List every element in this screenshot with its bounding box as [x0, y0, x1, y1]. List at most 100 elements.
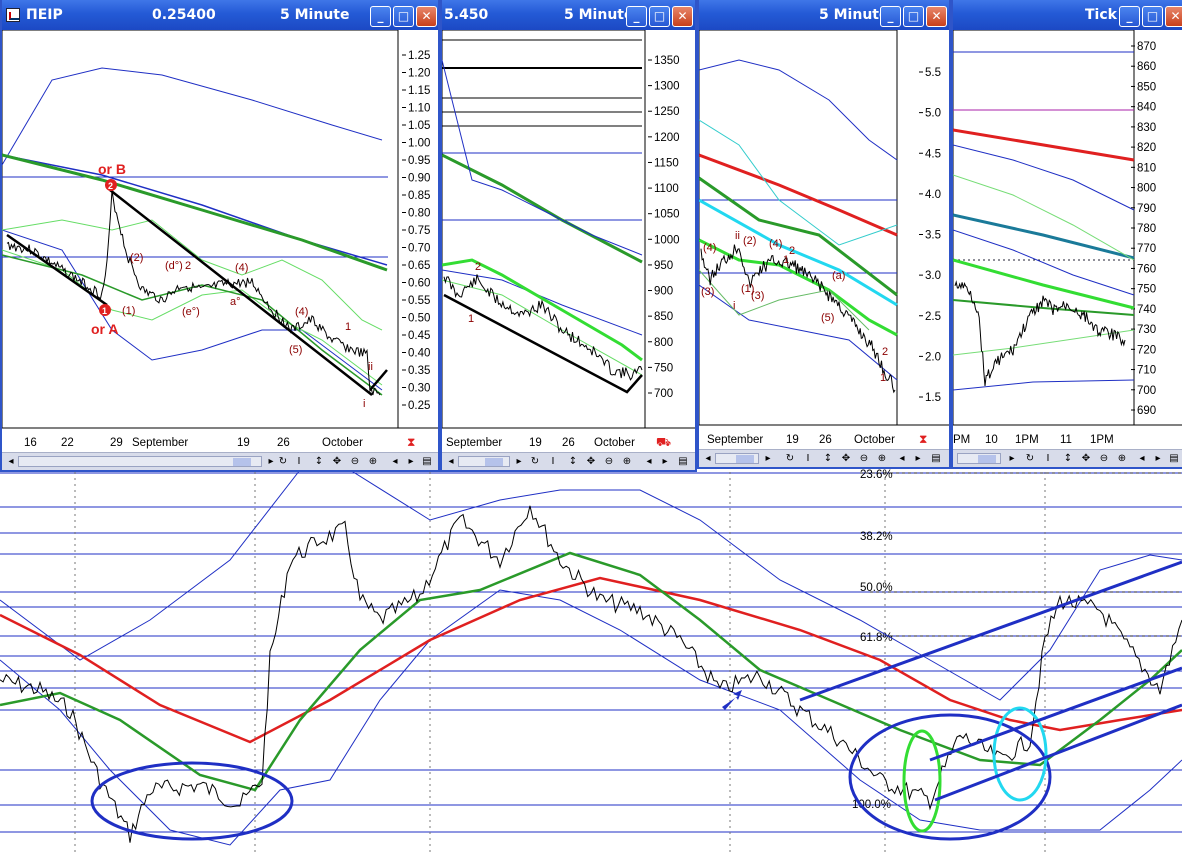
fib-label-50: 50.0%: [860, 582, 893, 594]
fibonacci-labels: 23.6% 38.2% 50.0% 61.8% 100.0%: [852, 469, 893, 811]
window-4-titlebar[interactable]: Tick _ □ ✕: [953, 0, 1182, 30]
w3-wave-1: ii: [735, 230, 740, 242]
w3-wave-12: 2: [882, 346, 888, 358]
w4-ytick-8: 790: [1137, 203, 1156, 215]
w1-ytick-17: 0.40: [408, 348, 430, 360]
grid-icon[interactable]: ▤: [676, 455, 690, 468]
pan-icon[interactable]: ✥: [839, 452, 853, 465]
zoom-out-icon[interactable]: ⊖: [348, 455, 362, 468]
last-price: 0.25400: [152, 7, 216, 23]
maximize-button[interactable]: □: [393, 6, 414, 27]
cursor-icon[interactable]: I: [292, 455, 306, 468]
refresh-icon[interactable]: ↻: [1023, 452, 1037, 465]
close-button[interactable]: ✕: [672, 6, 693, 27]
window-1-titlebar[interactable]: ΠΕΙΡ 0.25400 5 Minute _ □ ✕: [2, 0, 438, 30]
close-button[interactable]: ✕: [416, 6, 437, 27]
pan-icon[interactable]: ✥: [584, 455, 598, 468]
next-icon[interactable]: ▸: [404, 455, 418, 468]
zoom-out-icon[interactable]: ⊖: [857, 452, 871, 465]
window-4-toolbar: ▸ ↻ I ↕ ✥ ⊖ ⊕ ◂ ▸ ▤: [953, 449, 1182, 467]
zoom-in-icon[interactable]: ⊕: [875, 452, 889, 465]
time-scrollbar[interactable]: [715, 453, 759, 464]
w4-ytick-6: 810: [1137, 162, 1156, 174]
maximize-button[interactable]: □: [1142, 6, 1163, 27]
zoom-in-icon[interactable]: ⊕: [620, 455, 634, 468]
grid-icon[interactable]: ▤: [420, 455, 434, 468]
interval-label: Tick: [1085, 7, 1117, 23]
horizontal-lines: [0, 472, 1182, 833]
scroll-right-button[interactable]: ▸: [1005, 452, 1019, 465]
w2-ytick-5: 1100: [654, 183, 679, 195]
prev-icon[interactable]: ◂: [642, 455, 656, 468]
close-button[interactable]: ✕: [1165, 6, 1182, 27]
scroll-left-button[interactable]: ◂: [4, 455, 18, 468]
w1-ytick-19: 0.30: [408, 383, 430, 395]
time-scrollbar[interactable]: [957, 453, 1001, 464]
vertical-scale-icon[interactable]: ↕: [312, 455, 326, 468]
w3-ytick-1: 5.0: [925, 108, 941, 120]
w4-ytick-17: 700: [1137, 385, 1156, 397]
window-3-titlebar[interactable]: 5 Minute _ □ ✕: [699, 0, 949, 30]
prev-icon[interactable]: ◂: [895, 452, 909, 465]
cursor-icon[interactable]: I: [801, 452, 815, 465]
vertical-scale-icon[interactable]: ↕: [821, 452, 835, 465]
minimize-button[interactable]: _: [1119, 6, 1140, 27]
prev-icon[interactable]: ◂: [388, 455, 402, 468]
minimize-button[interactable]: _: [626, 6, 647, 27]
w1-ytick-20: 0.25: [408, 400, 430, 412]
green-ellipse: [902, 729, 942, 833]
refresh-icon[interactable]: ↻: [528, 455, 542, 468]
w1-wave-8: 1: [345, 321, 351, 333]
blue-ellipse-right: [848, 713, 1052, 841]
symbol-name: ΠΕΙΡ: [26, 7, 63, 23]
next-icon[interactable]: ▸: [658, 455, 672, 468]
w2-ytick-11: 800: [654, 337, 673, 349]
close-button[interactable]: ✕: [926, 6, 947, 27]
zoom-in-icon[interactable]: ⊕: [366, 455, 380, 468]
w3-ytick-2: 4.5: [925, 148, 941, 160]
chart-window-3[interactable]: 5 Minute _ □ ✕ 5.5 5.0 4.5 4.0 3.5 3.0 2.5 2.0 1…: [697, 0, 951, 469]
maximize-button[interactable]: □: [903, 6, 924, 27]
w1-ytick-12: 0.65: [408, 260, 430, 272]
minimize-button[interactable]: _: [880, 6, 901, 27]
scroll-left-button[interactable]: ◂: [444, 455, 458, 468]
pan-icon[interactable]: ✥: [1079, 452, 1093, 465]
w2-ytick-9: 900: [654, 286, 673, 298]
refresh-icon[interactable]: ↻: [276, 455, 290, 468]
maximize-button[interactable]: □: [649, 6, 670, 27]
next-icon[interactable]: ▸: [1151, 452, 1165, 465]
zoom-out-icon[interactable]: ⊖: [602, 455, 616, 468]
chart-window-1[interactable]: ΠΕΙΡ 0.25400 5 Minute _ □ ✕ 1.25 1.20 1.15…: [0, 0, 440, 472]
w3-wave-13: 1: [880, 372, 886, 384]
chart-window-4[interactable]: Tick _ □ ✕ 870 860 850 840 830 820 810 800 790 78…: [951, 0, 1182, 469]
minimize-button[interactable]: _: [370, 6, 391, 27]
vertical-scale-icon[interactable]: ↕: [1061, 452, 1075, 465]
cursor-icon[interactable]: I: [546, 455, 560, 468]
scroll-right-button[interactable]: ▸: [512, 455, 526, 468]
scroll-left-button[interactable]: ◂: [701, 452, 715, 465]
pan-icon[interactable]: ✥: [330, 455, 344, 468]
w1-wave-6: (4): [295, 306, 308, 318]
window-2-titlebar[interactable]: 5.450 5 Minute _ □ ✕: [442, 0, 695, 30]
prev-icon[interactable]: ◂: [1135, 452, 1149, 465]
chart-window-2[interactable]: 5.450 5 Minute _ □ ✕ 1350 1300 1250 1200 115…: [440, 0, 697, 472]
symbol-price: 5.450: [444, 7, 489, 23]
grid-icon[interactable]: ▤: [1167, 452, 1181, 465]
w1-circle-1-text: 1: [102, 306, 107, 316]
zoom-in-icon[interactable]: ⊕: [1115, 452, 1129, 465]
next-icon[interactable]: ▸: [911, 452, 925, 465]
time-scrollbar[interactable]: [458, 456, 510, 467]
window-1-plot: 1.25 1.20 1.15 1.10 1.05 1.00 0.95 0.90 0.85 0.80…: [2, 30, 438, 449]
fib-label-23: 23.6%: [860, 469, 893, 481]
cursor-icon[interactable]: I: [1041, 452, 1055, 465]
w1-label-or-b: or B: [98, 161, 126, 177]
w1-ytick-10: 0.75: [408, 225, 430, 237]
w1-ytick-2: 1.15: [408, 85, 430, 97]
refresh-icon[interactable]: ↻: [783, 452, 797, 465]
time-scrollbar[interactable]: [18, 456, 262, 467]
scroll-right-button[interactable]: ▸: [761, 452, 775, 465]
zoom-out-icon[interactable]: ⊖: [1097, 452, 1111, 465]
vertical-scale-icon[interactable]: ↕: [566, 455, 580, 468]
window-1-toolbar: ◂ ▸ ↻ I ↕ ✥ ⊖ ⊕ ◂ ▸ ▤: [2, 452, 438, 470]
grid-icon[interactable]: ▤: [929, 452, 943, 465]
